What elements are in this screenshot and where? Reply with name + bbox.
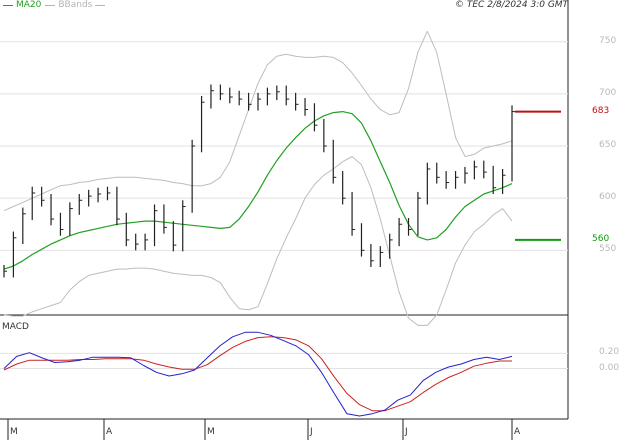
legend: MA20 BBands	[1, 0, 108, 12]
macd-panel-title: MACD	[2, 322, 29, 332]
x-tick-label: J	[310, 427, 313, 437]
bband-upper-line	[3, 30, 513, 212]
macd-y-tick-label: 0.20	[599, 347, 620, 358]
price-y-tick-label: 550	[599, 244, 617, 255]
chart-canvas	[0, 0, 569, 440]
price-y-tick-label: 750	[599, 35, 617, 46]
x-tick-label: M	[207, 427, 215, 437]
x-tick-label: M	[10, 427, 18, 437]
x-tick-label: A	[514, 427, 521, 437]
ma20-line	[3, 110, 513, 270]
legend-bb-label: BBands	[58, 0, 93, 10]
legend-ma-label: MA20	[16, 0, 42, 10]
price-y-tick-label: 600	[599, 192, 617, 203]
legend-ma-swatch	[3, 4, 13, 6]
macd-signal-line	[3, 336, 512, 412]
macd-y-tick-label: 0.00	[599, 362, 620, 373]
macd-line	[3, 331, 513, 417]
price-y-tick-label: 650	[599, 140, 617, 151]
resistance-level-label: 683	[592, 105, 610, 116]
chart-panel: MA20 BBands © TEC 2/8/2024 3:0 GMT MACD 7…	[0, 0, 627, 440]
bband-lower-line	[3, 156, 513, 326]
x-tick-label: J	[405, 427, 408, 437]
timestamp: © TEC 2/8/2024 3:0 GMT	[455, 0, 569, 10]
legend-bb-trailing-swatch	[95, 4, 106, 6]
price-y-tick-label: 700	[599, 87, 617, 98]
x-tick-label: A	[106, 427, 113, 437]
support-level-label: 560	[592, 233, 610, 244]
legend-bb-swatch	[45, 4, 56, 6]
